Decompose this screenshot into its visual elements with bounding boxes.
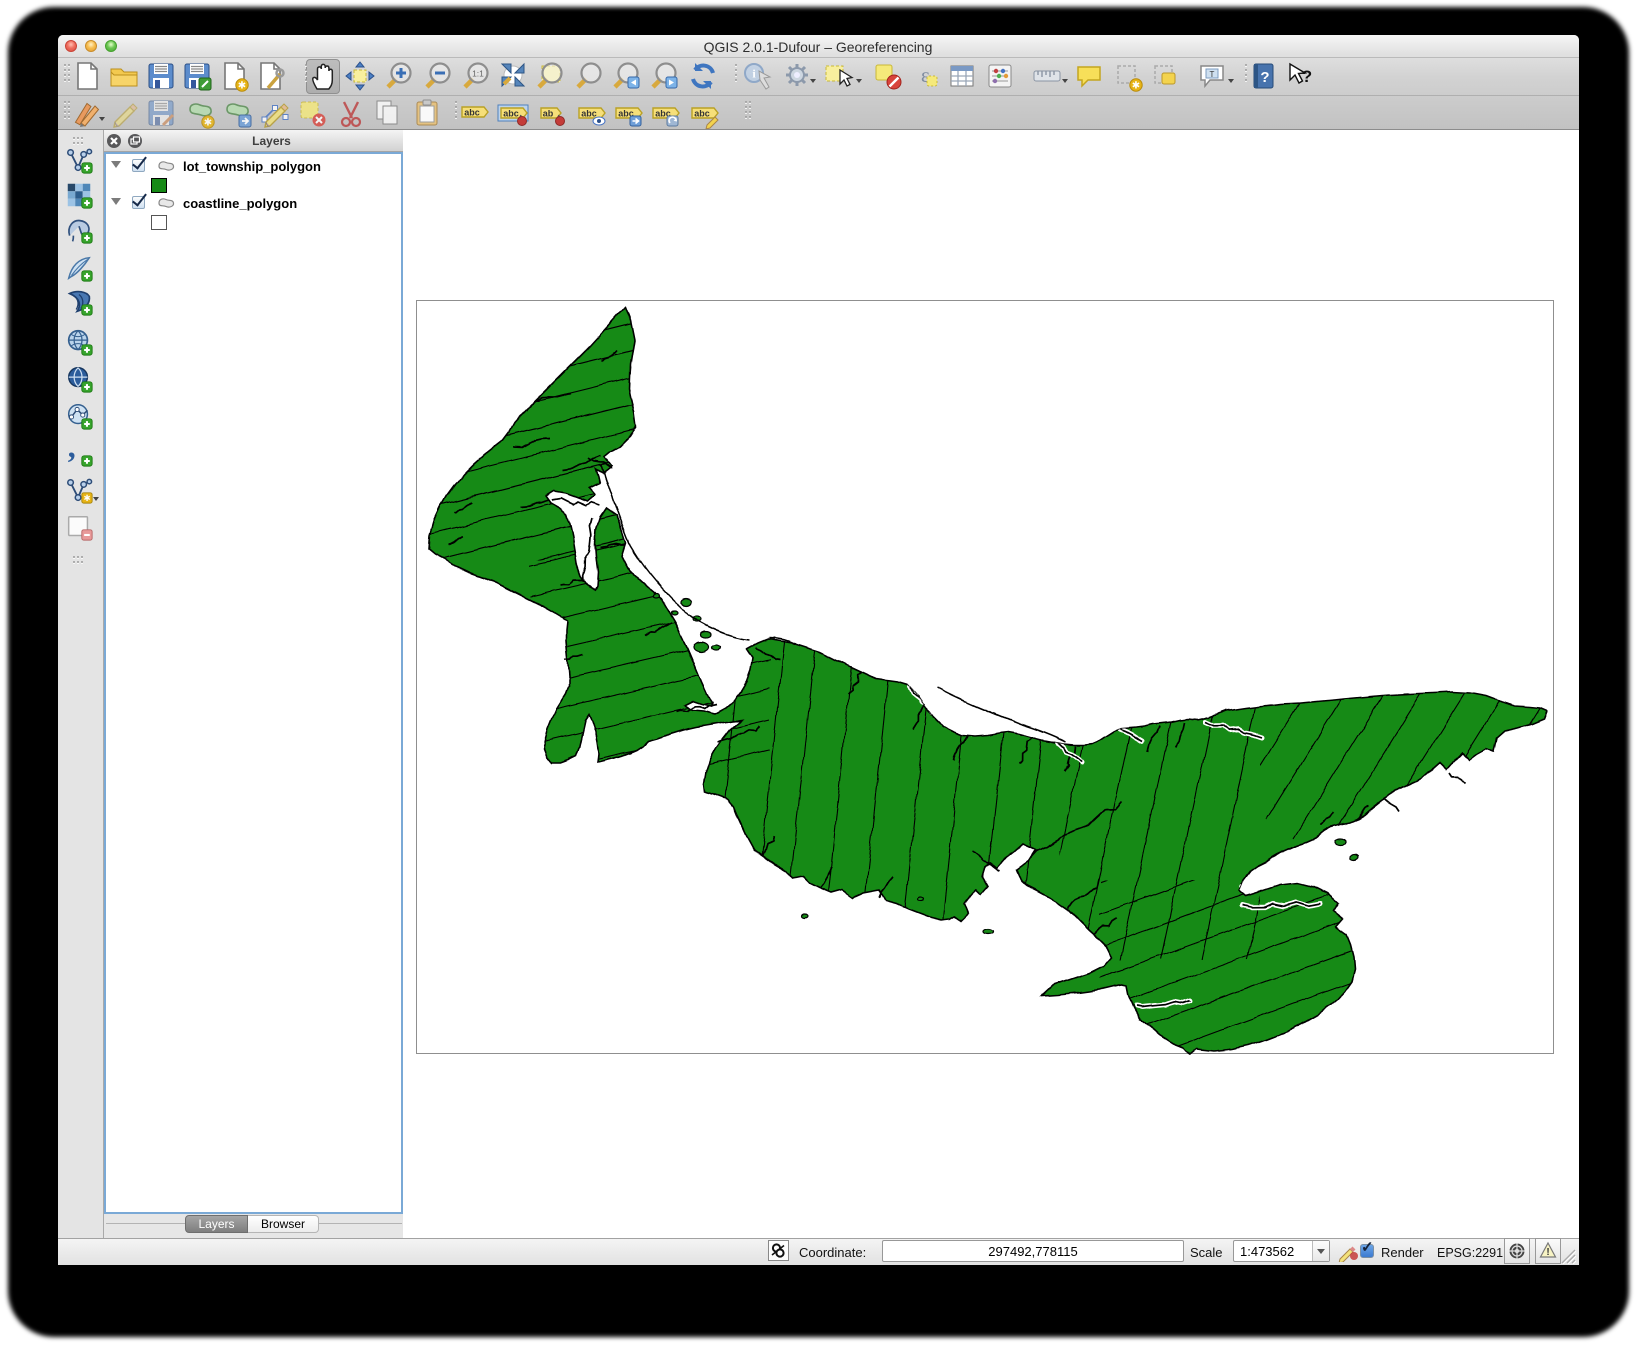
svg-text:!: ! [1546, 1247, 1549, 1258]
